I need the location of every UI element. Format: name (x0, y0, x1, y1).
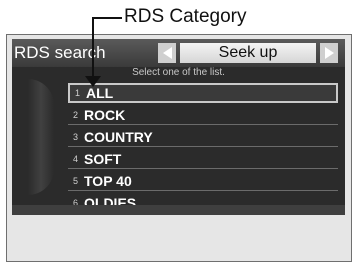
list-item-label: SOFT (84, 150, 122, 167)
list-item-label: COUNTRY (84, 128, 153, 145)
callout-label: RDS Category (124, 6, 247, 27)
category-list: 1 ALL 2 ROCK 3 COUNTRY 4 SOFT 5 TOP 40 6… (68, 83, 338, 215)
seek-control: Seek up (158, 43, 338, 63)
list-item-all[interactable]: 1 ALL (68, 83, 338, 103)
seek-previous-button[interactable] (158, 43, 176, 63)
list-item-rock[interactable]: 2 ROCK (68, 105, 338, 125)
list-item-label: ROCK (84, 106, 126, 123)
side-ornament (28, 79, 54, 195)
arrow-left-icon (162, 47, 172, 59)
list-item-number: 2 (72, 109, 78, 120)
list-item-label: ALL (86, 85, 114, 101)
callout-line (92, 17, 94, 79)
list-item-label: TOP 40 (84, 172, 132, 189)
nav-screen: RDS search Seek up Select one of the lis… (12, 39, 345, 215)
callout-arrow-icon (85, 76, 101, 87)
arrow-right-icon (324, 47, 334, 59)
list-item-country[interactable]: 3 COUNTRY (68, 127, 338, 147)
list-item-number: 5 (72, 175, 78, 186)
list-item-number: 1 (74, 88, 80, 98)
callout-line (92, 17, 122, 19)
instruction-text: Select one of the list. (132, 67, 225, 78)
screen-header: RDS search Seek up (12, 39, 345, 67)
list-item-number: 4 (72, 153, 78, 164)
screen-bottom-bar (12, 205, 345, 215)
list-item-soft[interactable]: 4 SOFT (68, 149, 338, 169)
seek-next-button[interactable] (320, 43, 338, 63)
list-item-number: 3 (72, 131, 78, 142)
list-item-top-40[interactable]: 5 TOP 40 (68, 171, 338, 191)
seek-up-button[interactable]: Seek up (180, 43, 316, 63)
